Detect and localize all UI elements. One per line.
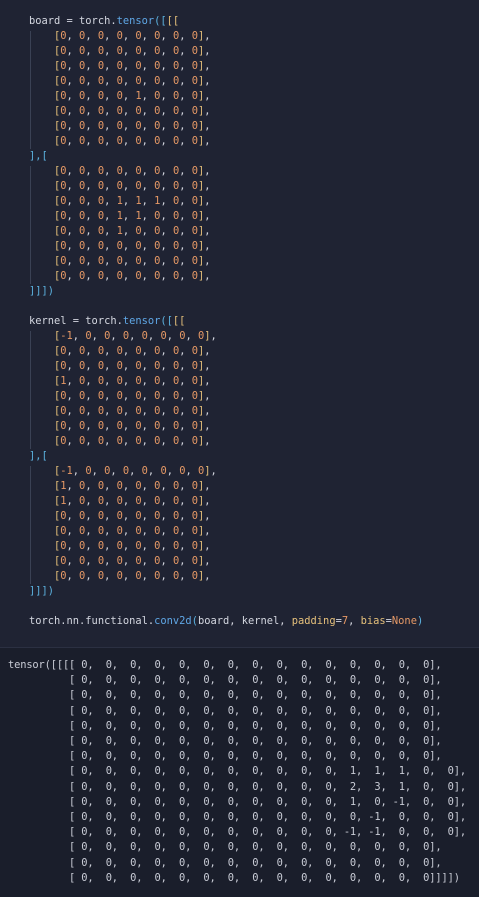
tensor-output-line: [ 0, 0, 0, 0, 0, 0, 0, 0, 0, 0, 0, 1, 1,… [8,765,466,778]
code-line-kernel-open: kernel = torch.tensor([[[ [29,314,185,329]
board-assignment: board = torch.tensor([[[ [29,15,180,27]
kernel-assignment: kernel = torch.tensor([[[ [29,315,186,327]
board-row: [0, 0, 0, 1, 1, 1, 0, 0], [54,195,211,207]
kernel-row: [0, 0, 0, 0, 0, 0, 0, 0], [54,405,211,417]
kernel-row: [-1, 0, 0, 0, 0, 0, 0, 0], [54,465,217,477]
code-line-kernel-close: ]]]) [29,584,54,599]
code-line-kernel-sep: ],[ [29,449,48,464]
tensor-output-line: [ 0, 0, 0, 0, 0, 0, 0, 0, 0, 0, 0, 0, 0,… [8,719,442,732]
tensor-output-line: [ 0, 0, 0, 0, 0, 0, 0, 0, 0, 0, 0, 2, 3,… [8,780,466,793]
board-row: [0, 0, 0, 0, 0, 0, 0, 0], [54,180,211,192]
kernel-row: [1, 0, 0, 0, 0, 0, 0, 0], [54,375,211,387]
kernel-close: ]]]) [29,585,55,597]
board-row: [0, 0, 0, 0, 0, 0, 0, 0], [54,135,211,147]
board-separator: ],[ [29,150,48,162]
board-row: [0, 0, 0, 1, 0, 0, 0, 0], [54,225,211,237]
code-cell[interactable]: board = torch.tensor([[[ [0, 0, 0, 0, 0,… [0,0,479,647]
tensor-output-line: [ 0, 0, 0, 0, 0, 0, 0, 0, 0, 0, 0, 0, 0,… [8,856,442,869]
board-row: [0, 0, 0, 0, 0, 0, 0, 0], [54,165,211,177]
tensor-output-line: [ 0, 0, 0, 0, 0, 0, 0, 0, 0, 0, 0, 0, 0,… [8,704,442,717]
kernel-row: [0, 0, 0, 0, 0, 0, 0, 0], [54,435,211,447]
tensor-output-line: [ 0, 0, 0, 0, 0, 0, 0, 0, 0, 0, 0, 0, 0,… [8,750,442,763]
board-row: [0, 0, 0, 0, 0, 0, 0, 0], [54,270,211,282]
kernel-row: [0, 0, 0, 0, 0, 0, 0, 0], [54,525,211,537]
kernel-row: [0, 0, 0, 0, 0, 0, 0, 0], [54,555,211,567]
indent-guide [30,466,31,584]
indent-guide [30,31,31,149]
kernel-separator: ],[ [29,450,48,462]
tensor-output-line: [ 0, 0, 0, 0, 0, 0, 0, 0, 0, 0, 0, 1, 0,… [8,795,466,808]
tensor-output-line: [ 0, 0, 0, 0, 0, 0, 0, 0, 0, 0, 0, -1, -… [8,826,466,839]
tensor-output-line: [ 0, 0, 0, 0, 0, 0, 0, 0, 0, 0, 0, 0, 0,… [8,871,460,884]
board-row: [0, 0, 0, 0, 0, 0, 0, 0], [54,30,211,42]
kernel-row: [0, 0, 0, 0, 0, 0, 0, 0], [54,360,211,372]
tensor-output-line: [ 0, 0, 0, 0, 0, 0, 0, 0, 0, 0, 0, 0, 0,… [8,674,442,687]
output-cell: tensor([[[[ 0, 0, 0, 0, 0, 0, 0, 0, 0, 0… [0,648,479,897]
tensor-output-line: [ 0, 0, 0, 0, 0, 0, 0, 0, 0, 0, 0, 0, 0,… [8,841,442,854]
code-line-board-sep: ],[ [29,149,48,164]
kernel-row: [0, 0, 0, 0, 0, 0, 0, 0], [54,570,211,582]
board-row: [0, 0, 0, 0, 0, 0, 0, 0], [54,105,211,117]
board-close: ]]]) [29,285,55,297]
board-row: [0, 0, 0, 0, 0, 0, 0, 0], [54,45,211,57]
tensor-output-line: [ 0, 0, 0, 0, 0, 0, 0, 0, 0, 0, 0, 0, 0,… [8,689,442,702]
indent-guide [30,166,31,284]
conv2d-call: torch.nn.functional.conv2d(board, kernel… [29,615,424,627]
code-line-board-close: ]]]) [29,284,54,299]
board-row: [0, 0, 0, 0, 1, 0, 0, 0], [54,90,211,102]
kernel-row: [1, 0, 0, 0, 0, 0, 0, 0], [54,495,211,507]
board-row: [0, 0, 0, 0, 0, 0, 0, 0], [54,255,211,267]
tensor-output-line: tensor([[[[ 0, 0, 0, 0, 0, 0, 0, 0, 0, 0… [8,659,442,671]
kernel-row: [0, 0, 0, 0, 0, 0, 0, 0], [54,390,211,402]
board-row: [0, 0, 0, 0, 0, 0, 0, 0], [54,240,211,252]
board-row: [0, 0, 0, 0, 0, 0, 0, 0], [54,75,211,87]
kernel-row: [0, 0, 0, 0, 0, 0, 0, 0], [54,510,211,522]
code-line-conv2d: torch.nn.functional.conv2d(board, kernel… [29,614,423,629]
kernel-row: [-1, 0, 0, 0, 0, 0, 0, 0], [54,330,217,342]
indent-guide [30,331,31,449]
tensor-output-line: [ 0, 0, 0, 0, 0, 0, 0, 0, 0, 0, 0, 0, 0,… [8,735,442,747]
kernel-row: [0, 0, 0, 0, 0, 0, 0, 0], [54,420,211,432]
code-line-board-open: board = torch.tensor([[[ [29,14,179,29]
board-row: [0, 0, 0, 0, 0, 0, 0, 0], [54,60,211,72]
board-row: [0, 0, 0, 0, 0, 0, 0, 0], [54,120,211,132]
kernel-row: [0, 0, 0, 0, 0, 0, 0, 0], [54,540,211,552]
tensor-output-line: [ 0, 0, 0, 0, 0, 0, 0, 0, 0, 0, 0, 0, -1… [8,811,466,823]
board-row: [0, 0, 0, 1, 1, 0, 0, 0], [54,210,211,222]
kernel-row: [0, 0, 0, 0, 0, 0, 0, 0], [54,345,211,357]
kernel-row: [1, 0, 0, 0, 0, 0, 0, 0], [54,480,211,492]
